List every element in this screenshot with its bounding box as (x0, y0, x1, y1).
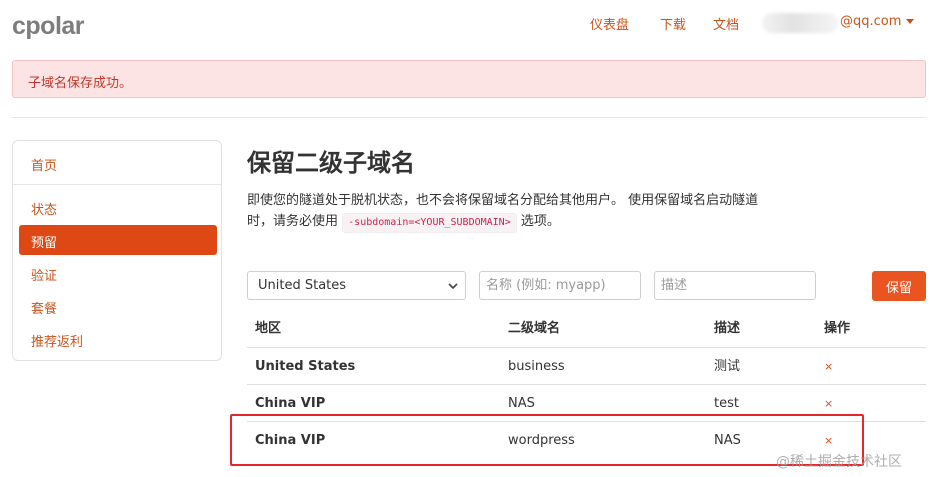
region-select[interactable]: United States (247, 271, 466, 300)
sidebar: 首页 状态 预留 验证 套餐 推荐返利 (12, 140, 222, 361)
page-title: 保留二级子域名 (247, 149, 415, 177)
success-alert: 子域名保存成功。 (12, 60, 926, 98)
chevron-down-icon (448, 283, 458, 290)
blurred-username (762, 13, 838, 33)
sidebar-item-referral[interactable]: 推荐返利 (19, 324, 217, 354)
table-row: United States business 测试 × (247, 348, 926, 385)
sidebar-item-status[interactable]: 状态 (19, 192, 217, 222)
sidebar-item-plan[interactable]: 套餐 (19, 291, 217, 321)
user-menu[interactable]: @qq.com (840, 14, 915, 29)
cell-subdomain: business (508, 359, 565, 374)
description-line-2: 时，请务必使用 -subdomain=<YOUR_SUBDOMAIN> 选项。 (247, 211, 807, 233)
subdomain-name-input[interactable] (479, 271, 641, 300)
region-select-value: United States (258, 278, 347, 293)
description-line-1: 即使您的隧道处于脱机状态，也不会将保留域名分配给其他用户。 使用保留域名启动隧道 (247, 193, 759, 208)
header-divider (12, 117, 926, 118)
sidebar-item-home[interactable]: 首页 (19, 148, 217, 178)
sidebar-item-reserved[interactable]: 预留 (19, 225, 217, 255)
watermark: @稀土掘金技术社区 (776, 454, 902, 470)
user-email-label: @qq.com (840, 14, 902, 29)
nav-download-link[interactable]: 下载 (660, 14, 686, 34)
page-description: 即使您的隧道处于脱机状态，也不会将保留域名分配给其他用户。 使用保留域名启动隧道… (247, 190, 807, 233)
description-text-after: 选项。 (520, 214, 560, 229)
alert-message: 子域名保存成功。 (28, 76, 133, 91)
cell-description: 测试 (714, 359, 741, 374)
nav-dashboard-link[interactable]: 仪表盘 (590, 14, 629, 34)
cpolar-logo[interactable]: cpolar (12, 12, 85, 41)
caret-down-icon (906, 19, 915, 24)
column-header-subdomain: 二级域名 (508, 321, 561, 336)
subdomain-code-snippet: -subdomain=<YOUR_SUBDOMAIN> (342, 213, 517, 233)
nav-docs-link[interactable]: 文档 (713, 14, 739, 34)
cell-region: United States (255, 359, 356, 374)
reserve-button[interactable]: 保留 (872, 271, 926, 301)
column-header-region: 地区 (255, 321, 282, 336)
column-header-action: 操作 (824, 321, 851, 336)
delete-icon[interactable]: × (824, 348, 833, 385)
sidebar-item-verify[interactable]: 验证 (19, 258, 217, 288)
description-input[interactable] (654, 271, 816, 300)
annotation-highlight-box (230, 414, 864, 466)
description-text-before: 时，请务必使用 (247, 214, 339, 229)
column-header-description: 描述 (714, 321, 741, 336)
sidebar-divider (13, 184, 221, 185)
